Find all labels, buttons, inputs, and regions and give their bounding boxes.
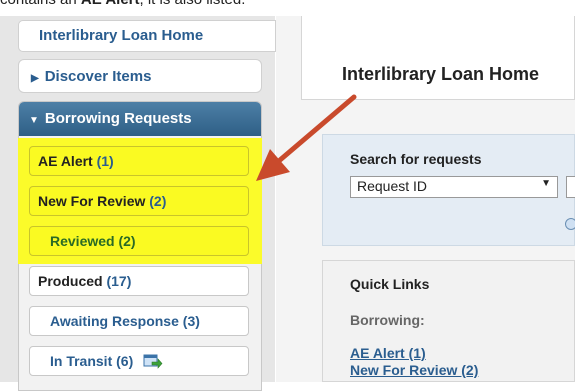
search-input[interactable] [566, 176, 575, 198]
item-count: (6) [116, 353, 134, 370]
item-count: (17) [106, 273, 132, 289]
nav-discover-items[interactable]: ▶ Discover Items [18, 59, 262, 93]
item-label: AE Alert [38, 153, 93, 169]
quick-links-section: Borrowing: [350, 312, 425, 328]
borrowing-header-label: Borrowing Requests [44, 110, 192, 127]
caption-bold: AE Alert [81, 0, 140, 8]
sidebar-item-reviewed[interactable]: Reviewed (2) [29, 226, 249, 256]
nav-ill-home[interactable]: Interlibrary Loan Home [18, 20, 276, 52]
sidebar-item-in-transit[interactable]: In Transit (6) [29, 346, 249, 376]
search-radio[interactable] [565, 218, 575, 230]
quick-link-ae-alert[interactable]: AE Alert (1) [350, 345, 426, 361]
sidebar-item-produced[interactable]: Produced (17) [29, 266, 249, 296]
title-panel [301, 16, 575, 100]
item-count: (3) [182, 313, 200, 329]
nav-ill-home-label: Interlibrary Loan Home [39, 27, 204, 44]
nav-discover-label: Discover Items [44, 68, 152, 85]
item-label: Produced [38, 273, 103, 289]
quick-link-new-for-review[interactable]: New For Review (2) [350, 362, 478, 378]
search-type-value: Request ID [357, 178, 428, 194]
item-label: In Transit [50, 353, 113, 370]
caption-text: contains an AE Alert, it is also listed. [0, 0, 575, 9]
item-label: Awaiting Response [50, 313, 179, 329]
transit-icon [143, 353, 163, 372]
sidebar-item-ae-alert[interactable]: AE Alert (1) [29, 146, 249, 176]
search-type-select[interactable]: Request ID ▼ [350, 176, 558, 198]
page-title: Interlibrary Loan Home [342, 64, 540, 84]
item-label: Reviewed [50, 233, 115, 249]
item-count: (2) [149, 193, 167, 209]
quick-links-title: Quick Links [350, 276, 430, 292]
triangle-down-icon: ▼ [29, 115, 39, 126]
sidebar-item-awaiting-response[interactable]: Awaiting Response (3) [29, 306, 249, 336]
search-label: Search for requests [350, 151, 482, 167]
caption-suffix: , it is also listed. [140, 0, 246, 8]
item-count: (2) [118, 233, 136, 249]
item-label: New For Review [38, 193, 146, 209]
borrowing-header[interactable]: ▼ Borrowing Requests [19, 102, 261, 136]
triangle-right-icon: ▶ [31, 73, 39, 84]
item-count: (1) [96, 153, 114, 169]
chevron-down-icon: ▼ [541, 178, 551, 189]
caption-prefix: contains an [0, 0, 81, 8]
sidebar-item-new-for-review[interactable]: New For Review (2) [29, 186, 249, 216]
